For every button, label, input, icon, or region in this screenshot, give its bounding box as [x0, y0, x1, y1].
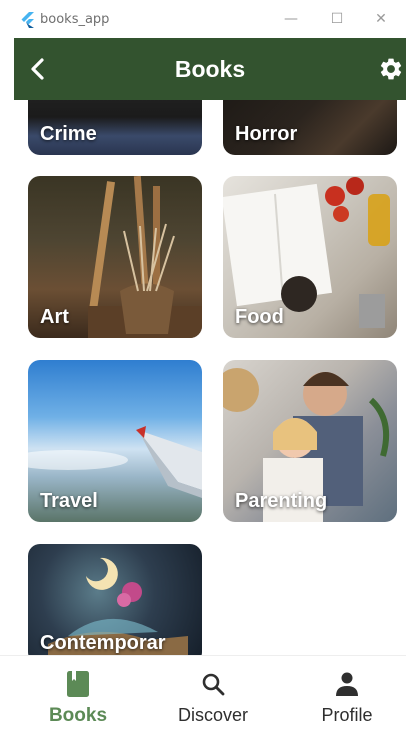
category-label: Crime — [40, 123, 97, 145]
nav-label: Profile — [321, 705, 373, 725]
person-icon — [336, 672, 358, 696]
category-label: Travel — [40, 490, 98, 512]
search-icon — [202, 673, 225, 696]
minimize-button[interactable]: — — [278, 8, 304, 30]
category-tile-contemporary[interactable]: Contemporar — [28, 544, 202, 655]
category-tile-food[interactable]: Food — [223, 176, 397, 338]
app-bar: Books — [14, 38, 406, 100]
book-icon — [67, 671, 89, 697]
page-title: Books — [174, 56, 246, 82]
category-label: Food — [235, 306, 284, 328]
settings-button[interactable] — [378, 56, 404, 82]
bottom-navigation: Books Discover Profile — [0, 655, 406, 732]
nav-label: Discover — [177, 705, 248, 725]
category-tile-parenting[interactable]: Parenting — [223, 360, 397, 522]
category-label: Parenting — [235, 490, 328, 512]
category-label: Horror — [235, 123, 298, 145]
nav-books[interactable]: Books — [13, 656, 143, 732]
nav-profile[interactable]: Profile — [282, 656, 406, 732]
category-tile-horror[interactable]: Horror — [223, 100, 397, 155]
nav-label: Books — [48, 705, 108, 726]
maximize-button[interactable]: ☐ — [324, 8, 350, 30]
category-tile-crime[interactable]: Crime — [28, 100, 202, 155]
close-button[interactable]: ✕ — [368, 8, 394, 30]
gear-icon — [380, 58, 402, 80]
category-grid[interactable]: Crime Horror Art Food Travel Parenting C… — [0, 100, 406, 655]
flutter-logo-icon — [21, 12, 34, 28]
window-title: books_app — [40, 12, 110, 27]
category-tile-travel[interactable]: Travel — [28, 360, 202, 522]
category-tile-art[interactable]: Art — [28, 176, 202, 338]
category-label: Art — [40, 306, 69, 328]
nav-discover[interactable]: Discover — [148, 656, 278, 732]
category-label: Contemporar — [40, 632, 166, 654]
window-titlebar: books_app — ☐ ✕ — [0, 0, 406, 38]
